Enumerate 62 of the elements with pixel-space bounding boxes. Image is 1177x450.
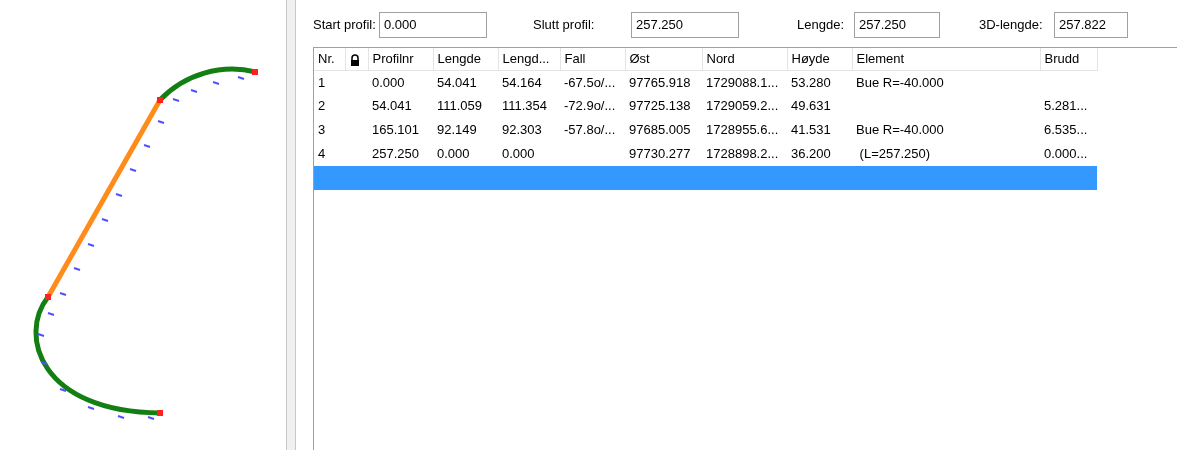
- column-header[interactable]: Fall: [560, 48, 625, 70]
- column-header[interactable]: Øst: [625, 48, 702, 70]
- table-cell: 54.041: [433, 70, 498, 94]
- table-cell-text: 41.531: [790, 121, 832, 140]
- table-cell-text: 49.631: [790, 97, 832, 116]
- input-field[interactable]: 0.000: [379, 12, 487, 38]
- table-cell-text: 97685.005: [628, 121, 692, 140]
- column-header[interactable]: Element: [852, 48, 1040, 70]
- table-cell: 36.200: [787, 142, 852, 166]
- table-cell: 54.164: [498, 70, 560, 94]
- table-cell: 0.000: [368, 70, 433, 94]
- input-field[interactable]: 257.250: [854, 12, 940, 38]
- table-cell-text: 1729059.2...: [705, 97, 780, 116]
- field-label: Start profil:: [313, 16, 377, 35]
- table-cell-text: 92.149: [436, 121, 478, 140]
- table-cell-text: 92.303: [501, 121, 543, 140]
- table-cell-text: 3: [317, 121, 327, 140]
- selected-row[interactable]: [314, 166, 1097, 190]
- table-cell: 53.280: [787, 70, 852, 94]
- table-row[interactable]: 1 0.000 54.041 54.164 -67.5o/... 97765.918 1729088.1... 53.280 Bue R=-40.000: [314, 70, 1097, 94]
- table-cell-text: -57.8o/...: [563, 121, 617, 140]
- table-cell: 0.000: [433, 142, 498, 166]
- table-cell-text: 111.059: [436, 97, 484, 116]
- column-header[interactable]: Profilnr: [368, 48, 433, 70]
- table-cell-text: 97725.138: [628, 97, 692, 116]
- table-cell: 4: [314, 142, 345, 166]
- table-cell-text: -72.9o/...: [563, 97, 617, 116]
- table-cell: 0.000...: [1040, 142, 1097, 166]
- table-cell-text: 2: [317, 97, 327, 116]
- table-cell-text: 5.281...: [1043, 97, 1089, 116]
- column-header[interactable]: Nord: [702, 48, 787, 70]
- lock-icon: [349, 53, 360, 66]
- table-cell: 257.250: [368, 142, 433, 166]
- field-label: Lengde:: [797, 16, 845, 35]
- table-cell: 0.000: [498, 142, 560, 166]
- table-cell-text: 6.535...: [1043, 121, 1089, 140]
- column-header[interactable]: Nr.: [314, 48, 345, 70]
- table-row[interactable]: 4 257.250 0.000 0.000 97730.277 1728898.2... 36.200 (L=257.250) 0.000...: [314, 142, 1097, 166]
- field-label: Slutt profil:: [533, 16, 596, 35]
- table-cell-text: 165.101: [371, 121, 420, 140]
- input-field[interactable]: 257.250: [631, 12, 739, 38]
- table-cell-text: 54.041: [371, 97, 413, 116]
- table-cell: 1: [314, 70, 345, 94]
- column-header[interactable]: Høyde: [787, 48, 852, 70]
- table-cell-text: 1728955.6...: [705, 121, 780, 140]
- table-cell: 1728898.2...: [702, 142, 787, 166]
- table-cell: Bue R=-40.000: [852, 70, 1040, 94]
- table-cell: 1729088.1...: [702, 70, 787, 94]
- table-cell: (L=257.250): [852, 142, 1040, 166]
- splitter[interactable]: [286, 0, 296, 450]
- table-cell: 97730.277: [625, 142, 702, 166]
- table-row[interactable]: 2 54.041 111.059 111.354 -72.9o/... 97725.138 1729059.2... 49.631 5.281...: [314, 94, 1097, 118]
- table-cell: 97765.918: [625, 70, 702, 94]
- table-row[interactable]: 3 165.101 92.149 92.303 -57.8o/... 97685.005 1728955.6... 41.531 Bue R=-40.000 6.535...: [314, 118, 1097, 142]
- column-header[interactable]: Lengd...: [498, 48, 560, 70]
- table-cell-text: Bue R=-40.000: [855, 121, 945, 140]
- input-field[interactable]: 257.822: [1054, 12, 1128, 38]
- column-header[interactable]: Brudd: [1040, 48, 1097, 70]
- table-cell-text: 111.354: [501, 97, 549, 116]
- field-label: 3D-lengde:: [979, 16, 1044, 35]
- column-header[interactable]: Lengde: [433, 48, 498, 70]
- table-cell: -67.5o/...: [560, 70, 625, 94]
